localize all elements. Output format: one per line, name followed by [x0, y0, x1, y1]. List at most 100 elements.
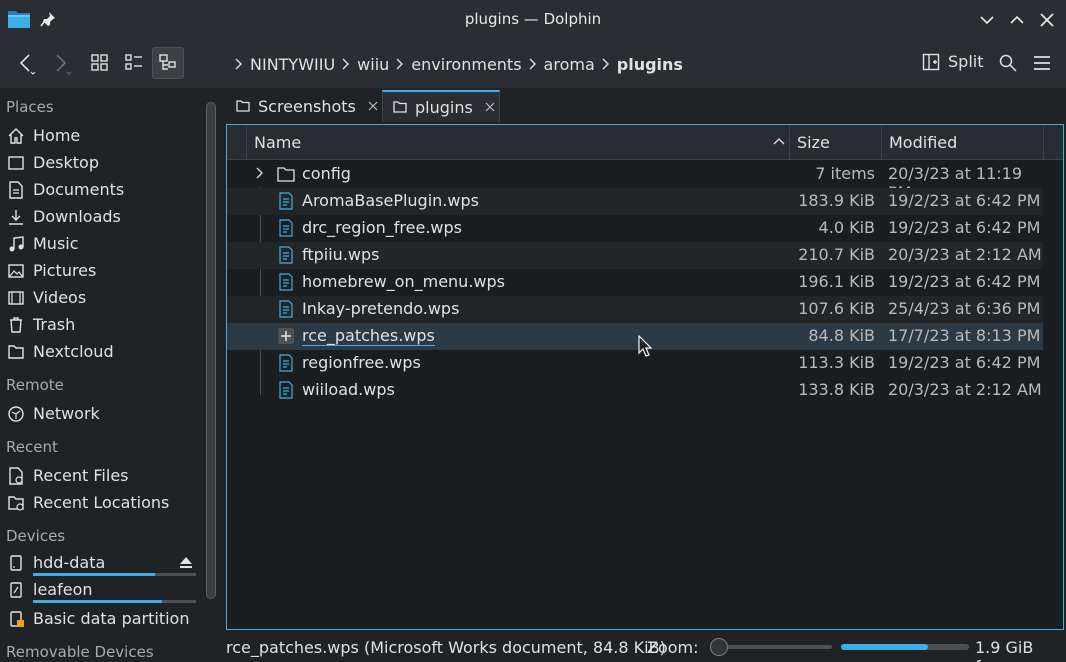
- chevron-right-icon: [228, 57, 250, 71]
- file-row[interactable]: ftpiiu.wps 210.7 KiB 20/3/23 at 2:12 AM: [227, 242, 1043, 269]
- zoom-slider[interactable]: [712, 645, 832, 649]
- zoom-slider-handle[interactable]: [710, 638, 728, 656]
- wps-document-icon: [277, 246, 295, 264]
- recent-locations-icon: [6, 493, 26, 513]
- file-size: 183.9 KiB: [798, 191, 875, 210]
- back-button[interactable]: [10, 47, 42, 79]
- downloads-icon: [6, 207, 26, 227]
- maximize-button[interactable]: [1007, 10, 1027, 30]
- sidebar-item-label: Trash: [33, 315, 76, 334]
- file-modified: 20/3/23 at 2:12 AM: [888, 380, 1042, 399]
- close-tab-icon[interactable]: [485, 102, 495, 112]
- file-modified: 19/2/23 at 6:42 PM: [888, 191, 1041, 210]
- file-size: 4.0 KiB: [818, 218, 875, 237]
- wps-document-icon: [277, 354, 295, 372]
- file-size: 133.8 KiB: [798, 380, 875, 399]
- breadcrumb-current[interactable]: plugins: [617, 55, 683, 74]
- column-header-size[interactable]: Size: [790, 125, 882, 160]
- split-button[interactable]: Split: [922, 52, 983, 71]
- file-row[interactable]: Inkay-pretendo.wps 107.6 KiB 25/4/23 at …: [227, 296, 1043, 323]
- desktop-icon: [6, 153, 26, 173]
- sidebar-item-hdd-data[interactable]: hdd-data: [6, 549, 105, 576]
- sidebar-item-nextcloud[interactable]: Nextcloud: [6, 338, 114, 365]
- sidebar-item-label: hdd-data: [33, 553, 106, 572]
- leafeon-usage-bar: [33, 600, 196, 603]
- wps-document-icon: [277, 192, 295, 210]
- file-size: 84.8 KiB: [808, 326, 875, 345]
- file-modified: 19/2/23 at 6:42 PM: [888, 272, 1041, 291]
- minimize-button[interactable]: [977, 10, 997, 30]
- sidebar-item-trash[interactable]: Trash: [6, 311, 75, 338]
- toolbar: NINTYWIIU wiiu environments aroma plugin…: [0, 40, 1066, 88]
- icons-view-button[interactable]: [84, 47, 116, 79]
- sidebar-item-recent-files[interactable]: Recent Files: [6, 462, 129, 489]
- wps-document-icon: [277, 219, 295, 237]
- tab-bar: Screenshots plugins: [226, 90, 1066, 122]
- file-name: AromaBasePlugin.wps: [302, 191, 479, 210]
- usage-fill: [33, 600, 162, 603]
- breadcrumb: NINTYWIIU wiiu environments aroma plugin…: [228, 52, 683, 76]
- sidebar-item-videos[interactable]: Videos: [6, 284, 86, 311]
- file-row[interactable]: regionfree.wps 113.3 KiB 19/2/23 at 6:42…: [227, 350, 1043, 377]
- column-header-modified[interactable]: Modified: [882, 125, 1044, 160]
- column-header-name[interactable]: Name: [247, 125, 790, 160]
- places-panel: Places Home Desktop Documents Downloads …: [0, 88, 220, 662]
- window-title: plugins — Dolphin: [464, 10, 602, 28]
- tab-screenshots[interactable]: Screenshots: [226, 90, 380, 122]
- recent-section-header: Recent: [6, 438, 58, 456]
- sidebar-item-downloads[interactable]: Downloads: [6, 203, 121, 230]
- split-label: Split: [948, 52, 984, 71]
- sidebar-item-label: leafeon: [33, 580, 93, 599]
- search-button[interactable]: [992, 47, 1024, 79]
- breadcrumb-item[interactable]: environments: [411, 55, 521, 74]
- sidebar-item-network[interactable]: Network: [6, 400, 100, 427]
- file-modified: 19/2/23 at 6:42 PM: [888, 218, 1041, 237]
- file-row[interactable]: AromaBasePlugin.wps 183.9 KiB 19/2/23 at…: [227, 188, 1043, 215]
- tab-plugins[interactable]: plugins: [382, 90, 500, 122]
- sidebar-item-label: Downloads: [33, 207, 121, 226]
- sidebar-item-documents[interactable]: Documents: [6, 176, 124, 203]
- sidebar-item-label: Basic data partition: [33, 609, 190, 628]
- file-row-config[interactable]: config 7 items 20/3/23 at 11:19 PM: [227, 161, 1043, 202]
- file-size: 107.6 KiB: [798, 299, 875, 318]
- sidebar-item-pictures[interactable]: Pictures: [6, 257, 96, 284]
- tab-label: Screenshots: [258, 96, 356, 116]
- file-name: ftpiiu.wps: [302, 245, 380, 264]
- remote-section-header: Remote: [6, 376, 64, 394]
- forward-button[interactable]: [44, 47, 76, 79]
- file-name: drc_region_free.wps: [302, 218, 462, 237]
- file-row[interactable]: wiiload.wps 133.8 KiB 20/3/23 at 2:12 AM: [227, 377, 1043, 404]
- file-view[interactable]: Name Size Modified config 7 items 20/3/2…: [226, 124, 1064, 630]
- close-button[interactable]: [1037, 10, 1057, 30]
- sidebar-item-home[interactable]: Home: [6, 122, 80, 149]
- breadcrumb-item[interactable]: aroma: [544, 55, 595, 74]
- compact-view-button[interactable]: [118, 47, 150, 79]
- sort-ascending-icon: [773, 136, 785, 146]
- breadcrumb-item[interactable]: wiiu: [357, 55, 389, 74]
- breadcrumb-item[interactable]: NINTYWIIU: [250, 55, 335, 74]
- mouse-pointer-icon: [638, 335, 652, 357]
- sidebar-scrollbar[interactable]: [206, 102, 216, 599]
- column-name-label: Name: [254, 133, 302, 152]
- sidebar-item-desktop[interactable]: Desktop: [6, 149, 99, 176]
- close-tab-icon[interactable]: [368, 101, 378, 111]
- sidebar-item-music[interactable]: Music: [6, 230, 79, 257]
- expand-arrow-icon[interactable]: [256, 167, 264, 179]
- details-view-button[interactable]: [152, 47, 184, 79]
- file-row[interactable]: homebrew_on_menu.wps 196.1 KiB 19/2/23 a…: [227, 269, 1043, 296]
- free-space-label: 1.9 GiB free: [975, 638, 1034, 662]
- sidebar-item-label: Desktop: [33, 153, 99, 172]
- places-section-header: Places: [6, 98, 54, 116]
- hamburger-menu-button[interactable]: [1026, 47, 1058, 79]
- file-row-selected[interactable]: rce_patches.wps 84.8 KiB 17/7/23 at 8:13…: [227, 323, 1043, 350]
- sidebar-item-recent-locations[interactable]: Recent Locations: [6, 489, 169, 516]
- chevron-right-icon: [389, 57, 411, 71]
- sidebar-item-leafeon[interactable]: leafeon: [6, 576, 93, 603]
- pictures-icon: [6, 261, 26, 281]
- file-row[interactable]: drc_region_free.wps 4.0 KiB 19/2/23 at 6…: [227, 215, 1043, 242]
- eject-icon[interactable]: [178, 556, 194, 570]
- sidebar-item-label: Music: [33, 234, 79, 253]
- sidebar-item-basic-data-partition[interactable]: Basic data partition: [6, 605, 189, 632]
- wps-document-icon: [277, 381, 295, 399]
- selection-toggle-icon[interactable]: [277, 327, 295, 345]
